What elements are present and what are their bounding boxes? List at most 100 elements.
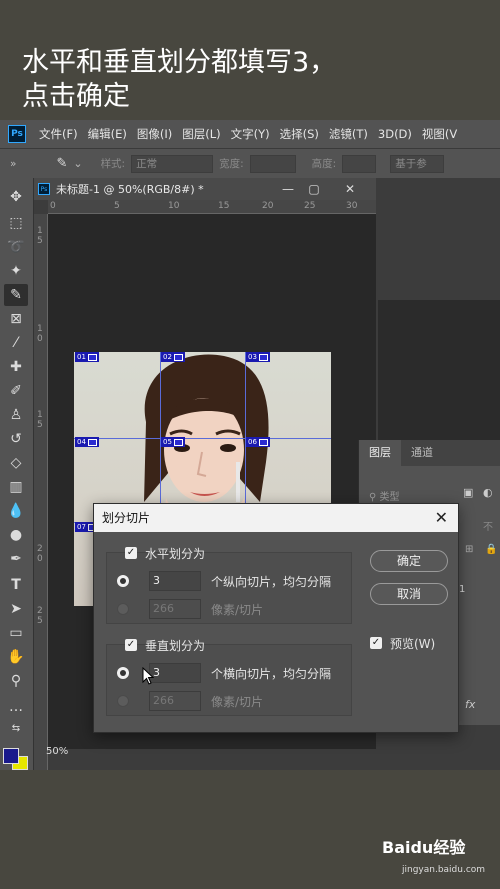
watermark-url: jingyan.baidu.com: [402, 865, 486, 875]
horizontal-divide-checkbox[interactable]: ✓: [125, 547, 137, 559]
document-tab[interactable]: Ps 未标题-1 @ 50%(RGB/8#) * — ▢ ✕: [34, 178, 376, 200]
horizontal-count-radio[interactable]: [117, 575, 129, 587]
menu-image[interactable]: 图像(I): [137, 126, 172, 142]
zoom-tool-icon[interactable]: ⚲: [4, 670, 28, 692]
search-icon: ⚲: [369, 492, 377, 503]
menu-layer[interactable]: 图层(L): [182, 126, 220, 142]
tutorial-caption: 水平和垂直划分都填写3， 点击确定: [22, 46, 482, 114]
foreground-color-swatch[interactable]: [3, 748, 19, 764]
caption-line-1: 水平和垂直划分都填写3，: [22, 47, 337, 78]
vertical-count-radio[interactable]: [117, 667, 129, 679]
vertical-count-input[interactable]: 3: [149, 663, 201, 683]
eraser-tool-icon[interactable]: ◇: [4, 452, 28, 474]
preview-label: 预览(W): [390, 637, 436, 651]
preview-checkbox[interactable]: ✓: [370, 637, 382, 649]
rectangle-tool-icon[interactable]: ▭: [4, 622, 28, 644]
gradient-tool-icon[interactable]: ▥: [4, 476, 28, 498]
adjustment-filter-icon[interactable]: ◐: [483, 486, 493, 499]
slice-image-icon: [87, 438, 97, 446]
slice-number: 07: [77, 523, 86, 531]
slice-label-04[interactable]: 04: [75, 437, 99, 447]
divide-slice-dialog: 划分切片 ✕ ✓ 水平划分为 3 个纵向切片，均匀分隔 266 像素/切片 ✓ …: [93, 503, 459, 733]
slice-tool-icon[interactable]: ✎: [56, 156, 67, 171]
slice-number: 01: [77, 353, 86, 361]
slice-line-h1: [74, 438, 331, 439]
pen-tool-icon[interactable]: ✒: [4, 548, 28, 570]
slice-label-02[interactable]: 02: [161, 352, 185, 362]
kind-filter[interactable]: ⚲ 类型: [369, 488, 400, 503]
horizontal-pixel-radio[interactable]: [117, 603, 129, 615]
slice-number: 05: [163, 438, 172, 446]
image-filter-icon[interactable]: ▣: [463, 486, 473, 499]
collapse-arrows-icon[interactable]: »: [10, 158, 16, 170]
tab-channels[interactable]: 通道: [401, 440, 443, 466]
vertical-pixel-radio[interactable]: [117, 695, 129, 707]
close-icon[interactable]: ✕: [340, 178, 360, 200]
menu-type[interactable]: 文字(Y): [231, 126, 270, 142]
ruler-label: 5: [37, 616, 43, 626]
slice-label-05[interactable]: 05: [161, 437, 185, 447]
ruler-label: 5: [114, 201, 120, 211]
menu-3d[interactable]: 3D(D): [378, 127, 412, 141]
maximize-icon[interactable]: ▢: [304, 178, 324, 200]
dialog-titlebar: 划分切片 ✕: [94, 504, 458, 532]
move-tool-icon[interactable]: ✥: [4, 186, 28, 208]
ruler-label: 10: [168, 201, 180, 211]
horizontal-pixel-suffix: 像素/切片: [211, 603, 264, 617]
brush-tool-icon[interactable]: ✐: [4, 380, 28, 402]
slice-image-icon: [173, 353, 183, 361]
fx-button[interactable]: fx: [465, 698, 475, 711]
slice-tool-icon[interactable]: ✎: [4, 284, 28, 306]
more-tools-icon[interactable]: …: [4, 696, 28, 718]
lasso-tool-icon[interactable]: ➰: [4, 236, 28, 258]
close-icon[interactable]: ✕: [435, 504, 448, 532]
width-field[interactable]: [249, 154, 296, 173]
hand-tool-icon[interactable]: ✋: [4, 646, 28, 668]
tab-layers[interactable]: 图层: [359, 440, 401, 466]
cancel-button[interactable]: 取消: [370, 583, 448, 605]
slice-number: 06: [248, 438, 257, 446]
ruler-label: 25: [304, 201, 316, 211]
horizontal-ruler: 0 5 10 15 20 25 30: [48, 200, 376, 214]
menu-filter[interactable]: 滤镜(T): [329, 126, 368, 142]
dialog-title: 划分切片: [102, 511, 151, 525]
minimize-icon[interactable]: —: [278, 178, 298, 200]
style-select[interactable]: 正常: [131, 154, 214, 173]
slice-label-06[interactable]: 06: [246, 437, 270, 447]
frame-tool-icon[interactable]: ⊠: [4, 308, 28, 330]
menu-edit[interactable]: 编辑(E): [88, 126, 127, 142]
options-bar: » ✎ ⌄ 样式: 正常 宽度: 高度: 基于参: [0, 148, 500, 178]
ok-button[interactable]: 确定: [370, 550, 448, 572]
type-tool-icon[interactable]: T: [4, 574, 28, 596]
menu-bar: Ps 文件(F) 编辑(E) 图像(I) 图层(L) 文字(Y) 选择(S) 滤…: [0, 120, 500, 148]
lock-all-icon[interactable]: 🔒: [485, 544, 497, 555]
slice-label-03[interactable]: 03: [246, 352, 270, 362]
marquee-tool-icon[interactable]: ⬚: [4, 212, 28, 234]
vertical-pixel-input[interactable]: 266: [149, 691, 201, 711]
slice-image-icon: [258, 438, 268, 446]
menu-file[interactable]: 文件(F): [39, 126, 78, 142]
dodge-tool-icon[interactable]: ●: [4, 524, 28, 546]
height-field[interactable]: [342, 154, 377, 173]
lock-position-icon[interactable]: ⊞: [465, 544, 473, 555]
vertical-divide-checkbox[interactable]: ✓: [125, 639, 137, 651]
healing-brush-icon[interactable]: ✚: [4, 356, 28, 378]
horizontal-pixel-input[interactable]: 266: [149, 599, 201, 619]
base-on-guides-button[interactable]: 基于参: [390, 154, 445, 173]
tools-panel: ✥ ⬚ ➰ ✦ ✎ ⊠ ⁄ ✚ ✐ ♙ ↺ ◇ ▥ 💧 ● ✒ T ➤ ▭ ✋ …: [0, 178, 34, 770]
chevron-down-icon[interactable]: ⌄: [73, 157, 82, 170]
path-select-icon[interactable]: ➤: [4, 598, 28, 620]
history-brush-icon[interactable]: ↺: [4, 428, 28, 450]
blur-tool-icon[interactable]: 💧: [4, 500, 28, 522]
menu-select[interactable]: 选择(S): [280, 126, 319, 142]
horizontal-count-input[interactable]: 3: [149, 571, 201, 591]
stamp-tool-icon[interactable]: ♙: [4, 404, 28, 426]
slice-number: 02: [163, 353, 172, 361]
default-colors-icon[interactable]: ⇆: [4, 718, 28, 740]
magic-wand-icon[interactable]: ✦: [4, 260, 28, 282]
ruler-label: 5: [37, 236, 43, 246]
eyedropper-icon[interactable]: ⁄: [4, 332, 28, 354]
slice-label-01[interactable]: 01: [75, 352, 99, 362]
menu-view[interactable]: 视图(V: [422, 126, 457, 142]
vertical-pixel-suffix: 像素/切片: [211, 695, 264, 709]
